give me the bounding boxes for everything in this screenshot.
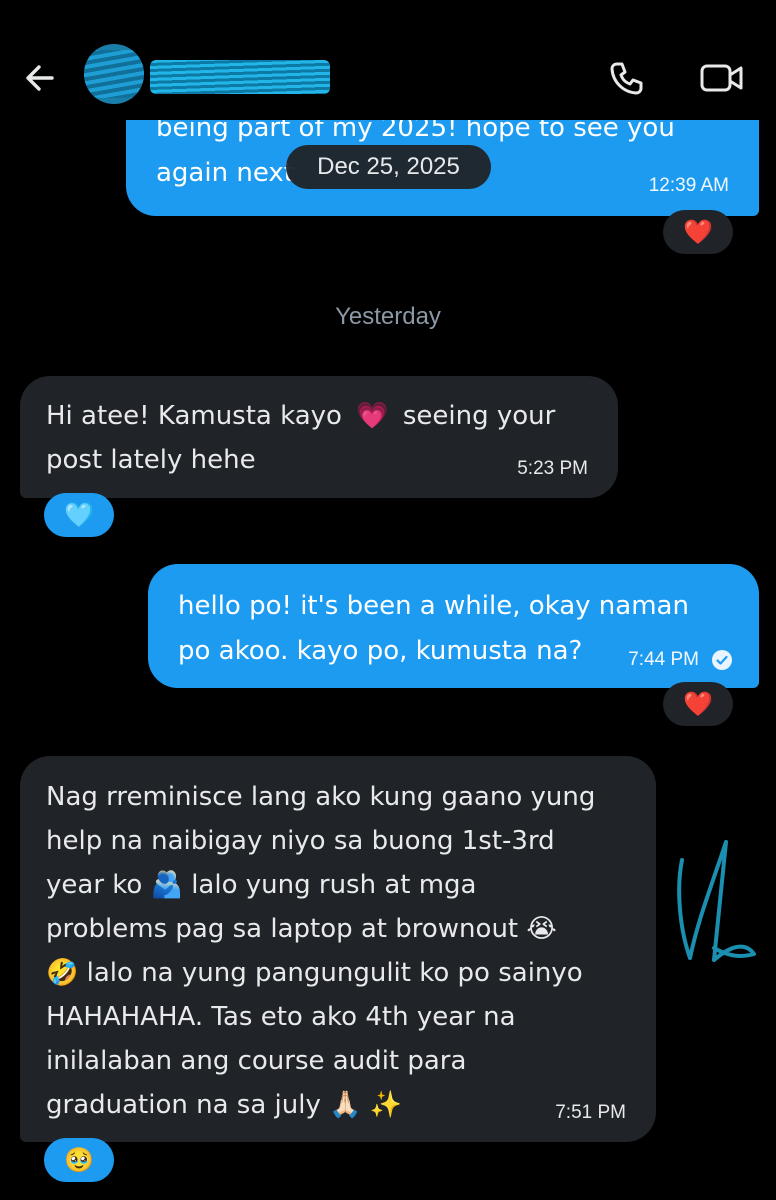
redaction-scribble: [84, 50, 144, 98]
message-bubble-outgoing[interactable]: hello po! it's been a while, okay naman …: [148, 564, 759, 688]
message-bubble-incoming[interactable]: Hi atee! Kamusta kayo 💗 seeing your post…: [20, 376, 618, 498]
contact-avatar[interactable]: [84, 44, 144, 104]
message-text: inilalaban ang course audit para: [46, 1046, 467, 1076]
message-time: 7:44 PM: [628, 649, 699, 670]
message-text: problems pag sa laptop at brownout 😭: [46, 914, 557, 944]
message-text: seeing your: [402, 401, 556, 431]
check-circle-icon: [712, 650, 732, 670]
date-chip: Dec 25, 2025: [286, 145, 491, 189]
message-text: HAHAHAHA. Tas eto ako 4th year na: [46, 1002, 516, 1032]
message-reaction[interactable]: 🩵: [44, 493, 114, 537]
message-line: Hi atee! Kamusta kayo 💗 seeing your: [46, 394, 598, 438]
light-blue-heart-icon: 🩵: [64, 501, 94, 529]
message-text: year ko 🫂 lalo yung rush at mga: [46, 870, 477, 900]
message-text: post lately hehe: [46, 445, 256, 475]
message-time: 5:23 PM: [517, 458, 588, 479]
video-call-button[interactable]: [698, 58, 746, 98]
back-button[interactable]: [20, 58, 60, 98]
message-reaction[interactable]: ❤️: [663, 210, 733, 254]
message-text: hello po! it's been a while, okay naman: [178, 591, 689, 621]
message-bubble-incoming[interactable]: Nag rreminisce lang ako kung gaano yung …: [20, 756, 656, 1142]
heart-icon: ❤️: [683, 690, 713, 718]
message-reaction[interactable]: 🥹: [44, 1138, 114, 1182]
message-time: 7:51 PM: [555, 1102, 626, 1123]
message-time: 12:39 AM: [648, 175, 729, 196]
phone-icon: [610, 62, 643, 95]
pleading-face-icon: 🥹: [64, 1146, 94, 1174]
message-text: Hi atee! Kamusta kayo: [46, 401, 342, 431]
day-separator: Yesterday: [335, 303, 441, 330]
arrow-left-icon: [26, 65, 54, 91]
pink-heart-icon: 💗: [356, 401, 389, 431]
message-text: Nag rreminisce lang ako kung gaano yung: [46, 782, 596, 812]
message-text: 🤣 lalo na yung pangungulit ko po sainyo: [46, 958, 583, 988]
heart-icon: ❤️: [683, 218, 713, 246]
video-camera-icon: [700, 64, 743, 92]
message-reaction[interactable]: ❤️: [663, 682, 733, 726]
contact-name-redacted[interactable]: [150, 60, 330, 94]
call-button[interactable]: [606, 58, 646, 98]
message-text: graduation na sa july 🙏🏻 ✨: [46, 1090, 403, 1120]
handwritten-signature: [677, 840, 756, 962]
conversation-header: [0, 0, 776, 120]
message-text: help na naibigay niyo sa buong 1st-3rd: [46, 826, 555, 856]
